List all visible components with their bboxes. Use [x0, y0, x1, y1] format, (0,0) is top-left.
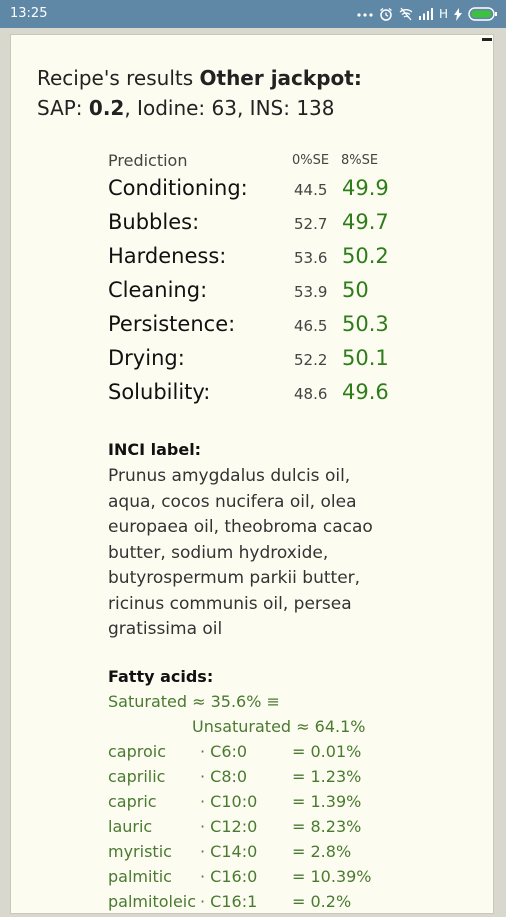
value-0se: 52.2: [294, 351, 328, 369]
status-bar: 13:25 H: [0, 0, 506, 28]
fatty-acid-code: · C16:0: [200, 867, 258, 886]
fatty-acid-name: caprilic: [108, 767, 166, 786]
value-0se: 52.7: [294, 215, 328, 233]
fatty-acid-code: · C10:0: [200, 792, 258, 811]
signal-icon: [418, 8, 433, 20]
prediction-row: Persistence: 46.5 50.3: [108, 312, 398, 342]
sap-label: SAP:: [37, 96, 83, 120]
sap-value: 0.2: [88, 96, 125, 120]
prediction-row: Hardeness: 53.6 50.2: [108, 244, 398, 274]
inci-line: ricinus communis oil, persea: [108, 593, 352, 614]
saturated-summary: Saturated ≈ 35.6% ≡: [108, 692, 280, 711]
fatty-acid-row: capric · C10:0 = 1.39%: [108, 792, 408, 817]
fatty-acid-name: capric: [108, 792, 157, 811]
fatty-acid-row: palmitic · C16:0 = 10.39%: [108, 867, 408, 892]
fatty-acid-code: · C8:0: [200, 767, 248, 786]
property-name: Drying:: [108, 346, 185, 370]
inci-line: gratissima oil: [108, 619, 223, 639]
network-type: H: [438, 7, 448, 21]
sap-line: SAP: 0.2, Iodine: 63, INS: 138: [37, 96, 335, 120]
value-0se: 44.5: [294, 181, 328, 199]
value-8se: 50: [342, 278, 369, 302]
column-header-0se: 0%SE: [292, 153, 330, 168]
value-8se: 50.1: [342, 346, 389, 370]
value-8se: 50.3: [342, 312, 389, 336]
unsaturated-summary: Unsaturated ≈ 64.1%: [192, 717, 366, 736]
status-icons: H: [357, 5, 498, 23]
fatty-acid-name: caproic: [108, 742, 167, 761]
fatty-acid-percent: = 1.23%: [292, 767, 362, 786]
inci-line: butyrospermum parkii butter,: [108, 568, 361, 588]
property-name: Persistence:: [108, 312, 236, 336]
iodine-ins-values: , Iodine: 63, INS: 138: [124, 96, 335, 120]
results-title-prefix: Recipe's results: [37, 66, 194, 90]
collapse-icon[interactable]: [482, 38, 492, 41]
inci-line: aqua, cocos nucifera oil, olea: [108, 491, 357, 512]
more-dots-icon: [357, 9, 373, 19]
inci-line: butter, sodium hydroxide,: [108, 542, 329, 563]
value-0se: 46.5: [294, 317, 328, 335]
value-8se: 49.6: [342, 380, 389, 404]
property-name: Bubbles:: [108, 210, 200, 234]
property-name: Hardeness:: [108, 244, 227, 268]
property-name: Solubility:: [108, 380, 211, 404]
wifi-off-icon: [399, 7, 413, 21]
fatty-acid-row: palmitoleic · C16:1 = 0.2%: [108, 892, 408, 917]
fatty-acids-header: Fatty acids:: [108, 667, 214, 686]
battery-icon: [468, 7, 498, 21]
fatty-acid-row: lauric · C12:0 = 8.23%: [108, 817, 408, 842]
value-8se: 50.2: [342, 244, 389, 268]
fatty-acid-percent: = 0.2%: [292, 892, 352, 911]
prediction-row: Drying: 52.2 50.1: [108, 346, 398, 376]
fatty-acid-code: · C16:1: [200, 892, 258, 911]
inci-header: INCI label:: [108, 440, 202, 459]
inci-label-text: Prunus amygdalus dulcis oil, aqua, cocos…: [108, 464, 388, 643]
property-name: Cleaning:: [108, 278, 208, 302]
status-time: 13:25: [10, 6, 48, 21]
inci-line: Prunus amygdalus dulcis oil,: [108, 466, 351, 486]
value-0se: 48.6: [294, 385, 328, 403]
prediction-row: Solubility: 48.6 49.6: [108, 380, 398, 410]
alarm-icon: [379, 7, 393, 21]
fatty-acid-row: myristic · C14:0 = 2.8%: [108, 842, 408, 867]
prediction-row: Bubbles: 52.7 49.7: [108, 210, 398, 240]
value-8se: 49.7: [342, 210, 389, 234]
fatty-acid-percent: = 0.01%: [292, 742, 362, 761]
fatty-acid-percent: = 8.23%: [292, 817, 362, 836]
prediction-row: Cleaning: 53.9 50: [108, 278, 398, 308]
fatty-acid-code: · C14:0: [200, 842, 258, 861]
fatty-acid-percent: = 10.39%: [292, 867, 372, 886]
prediction-row: Conditioning: 44.5 49.9: [108, 176, 398, 206]
value-0se: 53.6: [294, 249, 328, 267]
fatty-acid-percent: = 2.8%: [292, 842, 352, 861]
fatty-acid-row: caproic · C6:0 = 0.01%: [108, 742, 408, 767]
fatty-acid-name: lauric: [108, 817, 153, 836]
column-header-8se: 8%SE: [341, 153, 379, 168]
fatty-acid-code: · C12:0: [200, 817, 258, 836]
inci-line: europaea oil, theobroma cacao: [108, 517, 373, 537]
prediction-header: Prediction: [108, 151, 188, 170]
results-title: Recipe's results Other jackpot:: [37, 66, 362, 90]
charging-icon: [454, 7, 462, 21]
fatty-acid-row: caprilic · C8:0 = 1.23%: [108, 767, 408, 792]
value-0se: 53.9: [294, 283, 328, 301]
property-name: Conditioning:: [108, 176, 248, 200]
fatty-acid-percent: = 1.39%: [292, 792, 362, 811]
recipe-name: Other jackpot:: [199, 66, 362, 90]
fatty-acid-code: · C6:0: [200, 742, 248, 761]
fatty-acid-name: myristic: [108, 842, 172, 861]
fatty-acid-name: palmitic: [108, 867, 172, 886]
value-8se: 49.9: [342, 176, 389, 200]
fatty-acid-name: palmitoleic: [108, 892, 197, 911]
